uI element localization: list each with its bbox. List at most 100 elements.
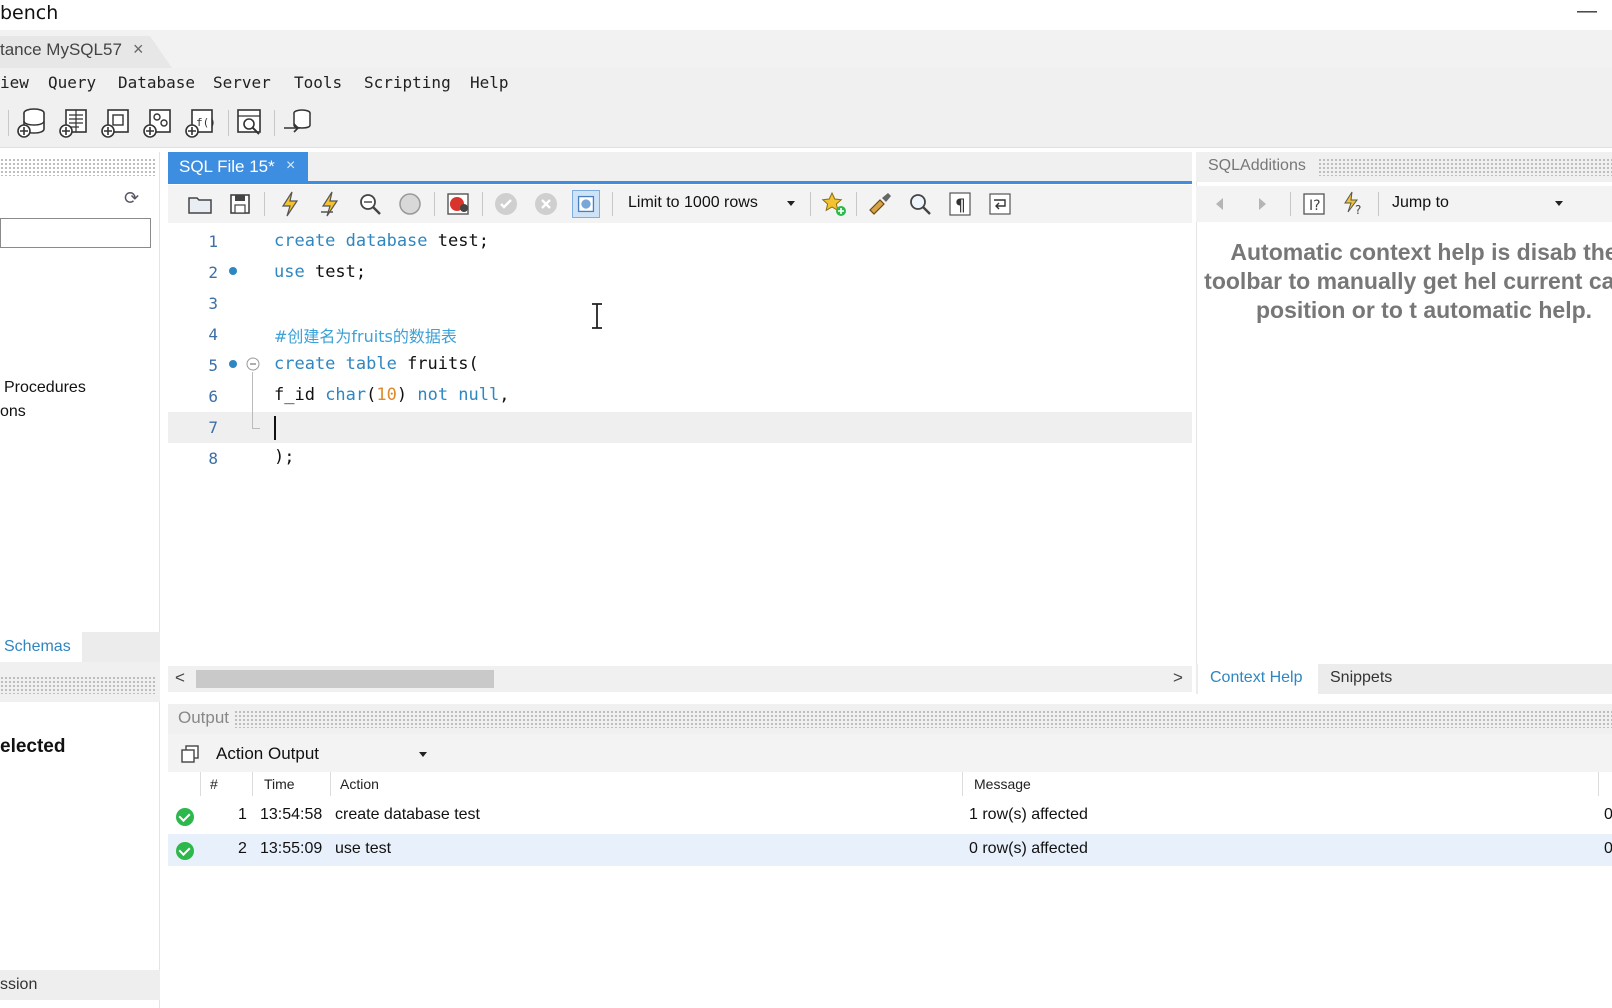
toolbar-separator [810,192,811,216]
auto-help-icon[interactable]: ? [1340,190,1368,218]
menu-view[interactable]: iew [0,73,29,92]
rollback-icon[interactable] [532,190,560,218]
row-time: 13:55:09 [260,840,323,857]
open-file-icon[interactable] [186,190,214,218]
session-tab-label: ssion [0,976,38,993]
menu-help[interactable]: Help [470,73,509,92]
sql-text: ( [366,385,377,405]
row-number: 2 [238,840,247,857]
explain-icon[interactable] [356,190,384,218]
line-number: 2 [208,263,218,282]
tab-snippets[interactable]: Snippets [1330,669,1392,687]
execute-icon[interactable] [276,190,304,218]
row-action: create database test [335,806,480,823]
commit-icon[interactable] [492,190,520,218]
chevron-down-icon [419,752,427,757]
svg-text:I?: I? [1309,198,1321,214]
refresh-icon[interactable]: ⟳ [124,188,139,209]
copy-icon[interactable] [180,744,200,764]
toolbar-separator [856,192,857,216]
toolbar-separator [612,192,613,216]
execute-statement-icon[interactable] [316,190,344,218]
sql-editor[interactable] [168,224,1192,666]
tree-item-functions[interactable]: ons [0,403,26,421]
forward-arrow-icon[interactable] [1254,196,1270,212]
autocommit-toggle-icon[interactable] [572,190,600,218]
row-action: use test [335,840,392,857]
row-duration: 0 [1604,806,1612,823]
schema-filter-input[interactable] [0,218,151,248]
svg-text:¶: ¶ [955,196,966,216]
sql-keyword: char [325,385,367,405]
chevron-down-icon [787,201,795,206]
manual-help-icon[interactable]: I? [1300,190,1328,218]
line-number: 1 [208,232,218,251]
column-header-number[interactable]: # [210,776,218,792]
new-connection-icon[interactable] [16,106,48,138]
session-tab[interactable]: ssion [0,970,160,1000]
fold-collapse-icon[interactable] [246,357,260,371]
menu-tools[interactable]: Tools [294,73,342,92]
no-object-selected-text: elected [0,736,66,757]
statement-marker-icon [229,360,237,368]
connection-tabstrip [0,30,1612,68]
sql-text: ) [396,385,418,405]
sql-keyword: create table [274,354,397,374]
line-number: 4 [208,325,218,344]
tab-sql-file-close-button[interactable]: × [286,157,295,175]
open-sql-icon[interactable] [58,106,90,138]
invisible-chars-icon[interactable]: ¶ [946,190,974,218]
tab-context-help[interactable]: Context Help [1198,664,1318,694]
scroll-right-arrow-icon[interactable]: > [1173,668,1183,688]
stop-icon[interactable] [396,190,424,218]
sql-results-icon[interactable]: f() [184,106,216,138]
find-icon[interactable] [906,190,934,218]
current-line-highlight [168,412,1192,443]
stop-on-error-icon[interactable] [444,190,472,218]
jump-to-select-value: Jump to [1392,194,1449,211]
add-snippet-star-icon[interactable] [820,190,848,218]
menu-query[interactable]: Query [48,73,96,92]
row-limit-select[interactable]: Limit to 1000 rows [622,190,804,218]
back-arrow-icon[interactable] [1212,196,1228,212]
menu-database[interactable]: Database [118,73,195,92]
sql-text: test; [427,231,489,251]
scroll-left-arrow-icon[interactable]: < [175,668,185,688]
tab-schemas[interactable]: Schemas [0,632,82,662]
column-separator [200,772,201,796]
beautify-brush-icon[interactable] [866,190,894,218]
word-wrap-icon[interactable] [986,190,1014,218]
menu-scripting[interactable]: Scripting [364,73,451,92]
sql-keyword: not null [417,385,500,405]
column-separator [252,772,253,796]
migration-icon[interactable] [282,106,314,138]
column-header-time[interactable]: Time [264,776,295,792]
tab-context-help-label: Context Help [1210,669,1303,686]
toolbar-separator [264,192,265,216]
output-type-select[interactable]: Action Output [210,740,432,768]
column-header-message[interactable]: Message [974,776,1031,792]
minimize-button[interactable]: — [1572,0,1602,28]
code-line-2: use test; [274,262,366,282]
row-message: 1 row(s) affected [969,806,1088,823]
jump-to-select[interactable]: Jump to [1386,190,1576,218]
toolbar-separator [1378,192,1379,216]
code-line-4-comment: #创建名为fruits的数据表 [274,327,457,346]
new-sql-tab-icon[interactable] [100,106,132,138]
sql-text: fruits( [396,354,479,374]
sql-text: f_id [274,385,326,405]
scrollbar-thumb[interactable] [196,670,494,688]
sql-number: 10 [376,385,397,405]
save-icon[interactable] [226,190,254,218]
row-time: 13:54:58 [260,806,323,823]
column-header-action[interactable]: Action [340,776,379,792]
menu-server[interactable]: Server [213,73,271,92]
query-builder-icon[interactable] [142,106,174,138]
tree-item-procedures[interactable]: Procedures [4,379,86,397]
line-number: 6 [208,387,218,406]
editor-tabbar [168,152,1192,184]
toolbar-separator [274,110,275,136]
success-check-icon [176,808,194,826]
connection-tab-close-button[interactable]: × [133,39,144,60]
inspector-icon[interactable] [234,106,266,138]
